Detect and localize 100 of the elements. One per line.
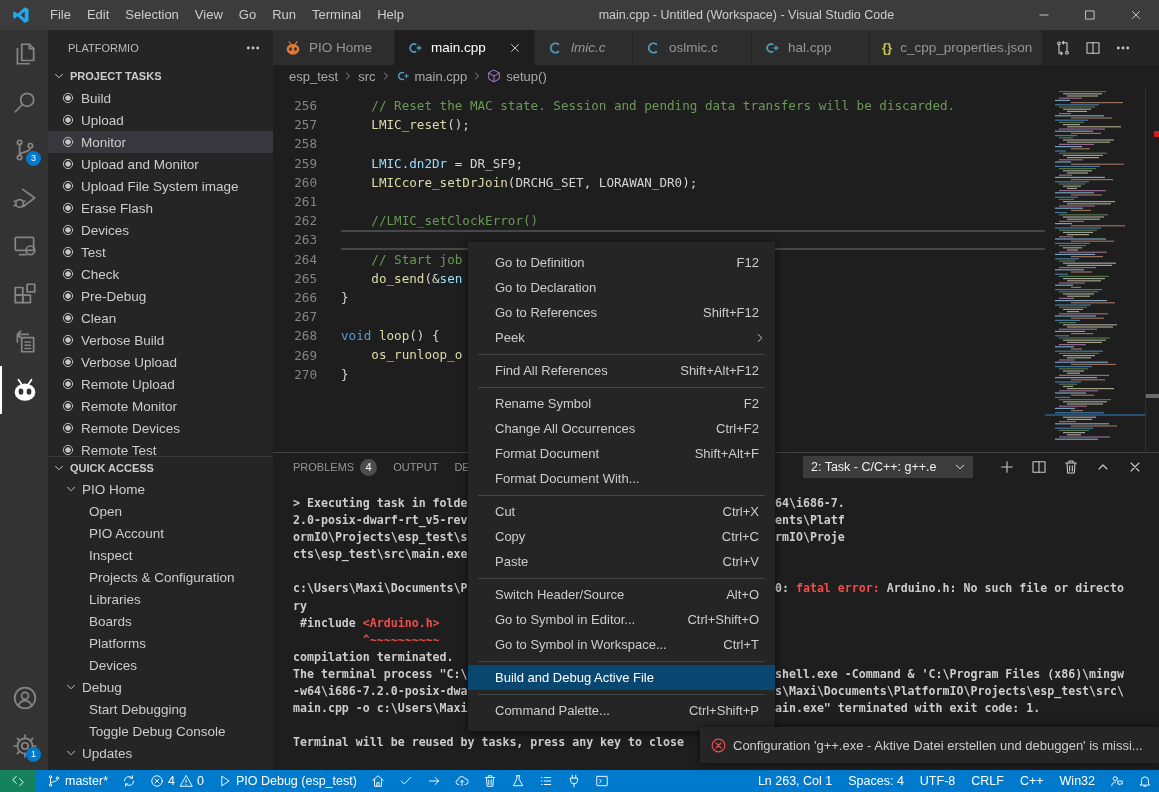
menu-item[interactable]: Paste Ctrl+V xyxy=(468,549,775,574)
task-item[interactable]: Devices xyxy=(48,219,273,241)
breadcrumb[interactable]: setup() xyxy=(487,68,547,84)
tree-item[interactable]: Updates xyxy=(48,742,273,764)
status-item[interactable]: Ln 263, Col 1 xyxy=(749,770,841,792)
plus-icon[interactable] xyxy=(999,459,1015,475)
task-item[interactable]: Remote Devices xyxy=(48,417,273,439)
menu-item[interactable]: Build and Debug Active File xyxy=(468,665,775,690)
tree-item[interactable]: Boards xyxy=(48,610,273,632)
extensions-icon[interactable] xyxy=(12,281,38,307)
task-item[interactable]: Test xyxy=(48,241,273,263)
status-item[interactable]: CRLF xyxy=(963,770,1012,792)
task-item[interactable]: Pre-Debug xyxy=(48,285,273,307)
editor-tab[interactable]: main.cpp xyxy=(395,30,535,65)
task-item[interactable]: Erase Flash xyxy=(48,197,273,219)
terminal-select[interactable]: 2: Task - C/C++: g++.e xyxy=(803,456,973,478)
menu-item[interactable]: Format Document Shift+Alt+F xyxy=(468,441,775,466)
branch-button[interactable]: master* xyxy=(40,770,116,792)
check-icon[interactable] xyxy=(398,774,413,788)
menu-item[interactable]: Go to References Shift+F12 xyxy=(468,300,775,325)
editor-tab[interactable]: lmic.c xyxy=(535,30,633,65)
task-item[interactable]: Clean xyxy=(48,307,273,329)
settings-icon[interactable] xyxy=(12,733,38,759)
problems-button[interactable]: 4 0 xyxy=(143,770,211,792)
editor-tab[interactable]: PIO Home xyxy=(273,30,395,65)
menu-item[interactable]: Peek xyxy=(468,325,775,350)
split-editor-icon[interactable] xyxy=(1085,39,1101,56)
task-item[interactable]: Upload and Monitor xyxy=(48,153,273,175)
menu-item[interactable]: Run xyxy=(264,0,304,30)
task-item[interactable]: Upload File System image xyxy=(48,175,273,197)
menu-item[interactable]: Go to Symbol in Workspace... Ctrl+T xyxy=(468,632,775,657)
status-item[interactable]: Win32 xyxy=(1051,770,1103,792)
terminal-icon[interactable] xyxy=(594,774,609,788)
remote-explorer-icon[interactable] xyxy=(12,233,38,259)
task-item[interactable]: Build xyxy=(48,87,273,109)
breadcrumb[interactable]: src xyxy=(358,68,376,84)
tree-item[interactable]: Toggle Debug Console xyxy=(48,720,273,742)
section-header[interactable]: PROJECT TASKS xyxy=(48,65,273,87)
tree-item[interactable]: Open xyxy=(48,500,273,522)
flask-icon[interactable] xyxy=(510,774,525,788)
run-debug-icon[interactable] xyxy=(12,185,38,211)
task-item[interactable]: Remote Monitor xyxy=(48,395,273,417)
menu-item[interactable]: Go to Declaration xyxy=(468,275,775,300)
list-icon[interactable] xyxy=(538,774,553,788)
task-item[interactable]: Remote Upload xyxy=(48,373,273,395)
panel-tab[interactable]: PROBLEMS 4 xyxy=(285,453,386,481)
scrollbar[interactable] xyxy=(1145,87,1159,452)
feedback-icon[interactable] xyxy=(1110,774,1124,788)
task-item[interactable]: Remote Test xyxy=(48,439,273,456)
menu-item[interactable]: Copy Ctrl+C xyxy=(468,524,775,549)
status-item[interactable]: C++ xyxy=(1011,770,1052,792)
task-item[interactable]: Verbose Upload xyxy=(48,351,273,373)
tree-item[interactable]: Start Debugging xyxy=(48,698,273,720)
menu-item[interactable]: Switch Header/Source Alt+O xyxy=(468,582,775,607)
menu-item[interactable]: Go to Definition F12 xyxy=(468,250,775,275)
menu-item[interactable]: Help xyxy=(369,0,412,30)
editor-tab[interactable]: {} c_cpp_properties.json xyxy=(870,30,1043,65)
cloud-upload-icon[interactable] xyxy=(454,774,469,788)
tree-item[interactable]: Debug xyxy=(48,676,273,698)
task-item[interactable]: Upload xyxy=(48,109,273,131)
arrow-icon[interactable] xyxy=(426,774,441,788)
menu-item[interactable]: Selection xyxy=(117,0,187,30)
remote-button[interactable] xyxy=(0,770,36,792)
task-item[interactable]: Monitor xyxy=(48,131,273,153)
sync-icon[interactable] xyxy=(122,774,137,788)
tree-item[interactable]: Projects & Configuration xyxy=(48,566,273,588)
tree-item[interactable]: Devices xyxy=(48,654,273,676)
menu-item[interactable]: File xyxy=(42,0,79,30)
status-item[interactable]: Spaces: 4 xyxy=(840,770,912,792)
tree-item[interactable]: PIO Home xyxy=(48,478,273,500)
menu-item[interactable]: Change All Occurrences Ctrl+F2 xyxy=(468,416,775,441)
tree-item[interactable]: Platforms xyxy=(48,632,273,654)
trash-icon[interactable] xyxy=(482,774,497,788)
menu-item[interactable]: Edit xyxy=(78,0,118,30)
split-terminal-icon[interactable] xyxy=(1031,459,1047,475)
menu-item[interactable]: Find All References Shift+Alt+F12 xyxy=(468,358,775,383)
menu-item[interactable]: Format Document With... xyxy=(468,466,775,491)
maximize-icon[interactable] xyxy=(1083,8,1097,22)
task-item[interactable]: Verbose Build xyxy=(48,329,273,351)
task-item[interactable]: Check xyxy=(48,263,273,285)
menu-item[interactable]: Terminal xyxy=(304,0,370,30)
breadcrumb[interactable]: esp_test xyxy=(289,68,339,84)
compare-icon[interactable] xyxy=(1055,39,1071,56)
menu-item[interactable]: Go to Symbol in Editor... Ctrl+Shift+O xyxy=(468,607,775,632)
menu-item[interactable]: View xyxy=(186,0,231,30)
bell-icon[interactable] xyxy=(1138,774,1152,788)
editor-tab[interactable]: hal.cpp xyxy=(752,30,870,65)
tree-item[interactable]: Libraries xyxy=(48,588,273,610)
section-header[interactable]: QUICK ACCESS xyxy=(48,456,273,478)
tree-item[interactable]: PIO Account xyxy=(48,522,273,544)
trash-icon[interactable] xyxy=(1063,459,1079,475)
editor-tab[interactable]: oslmic.c xyxy=(633,30,752,65)
tree-item[interactable]: Inspect xyxy=(48,544,273,566)
close-icon[interactable] xyxy=(1129,8,1143,22)
breadcrumb[interactable]: main.cpp xyxy=(395,68,468,84)
debug-button[interactable]: PIO Debug (esp_test) xyxy=(211,770,364,792)
panel-tab[interactable]: OUTPUT xyxy=(385,453,447,481)
alien-icon[interactable] xyxy=(12,377,38,403)
menu-item[interactable]: Rename Symbol F2 xyxy=(468,391,775,416)
menu-item[interactable]: Go xyxy=(230,0,265,30)
